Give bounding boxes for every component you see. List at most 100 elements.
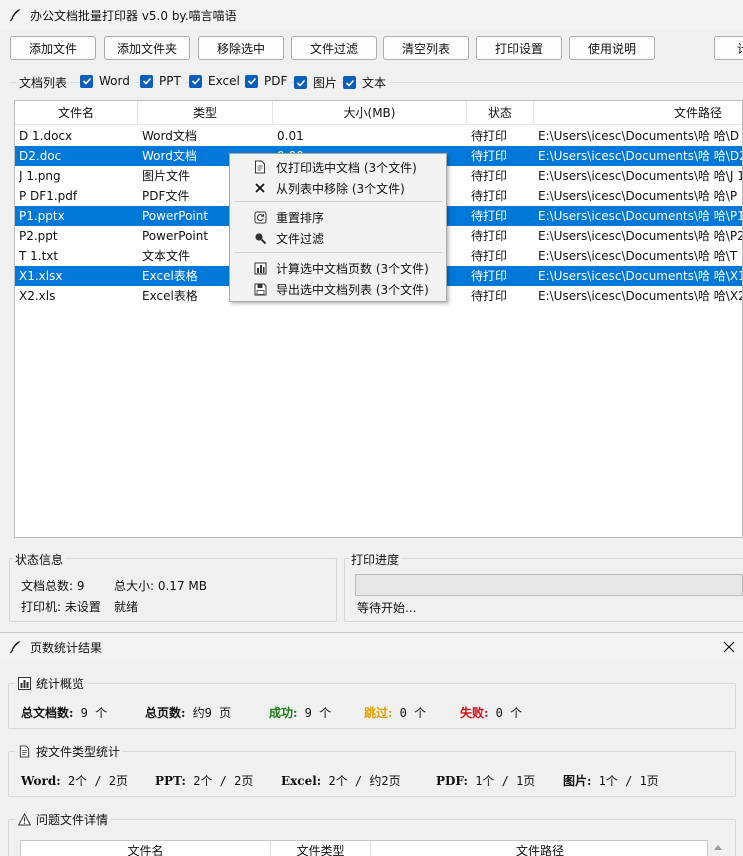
checkbox-checked-icon bbox=[245, 74, 258, 88]
menu-item-remove-from-list[interactable]: 从列表中移除 (3个文件) bbox=[230, 178, 446, 198]
filter-excel-checkbox[interactable]: Excel bbox=[189, 74, 244, 88]
remove-selected-button[interactable]: 移除选中 bbox=[198, 36, 284, 60]
menu-item-label: 导出选中文档列表 (3个文件) bbox=[276, 282, 429, 297]
stat-value: 约9 页 bbox=[192, 706, 232, 720]
warning-icon bbox=[18, 813, 31, 826]
print-settings-button[interactable]: 打印设置 bbox=[476, 36, 562, 60]
filter-ppt-checkbox[interactable]: PPT bbox=[140, 74, 185, 88]
title-bar: 办公文档批量打印器 v5.0 by.喵言喵语 bbox=[0, 0, 743, 30]
menu-item-label: 文件过滤 bbox=[276, 231, 325, 246]
type-stat-word: Word: 2个 / 2页 bbox=[21, 772, 128, 789]
cell-status: 待打印 bbox=[471, 269, 508, 283]
feather-icon bbox=[9, 9, 20, 22]
clear-list-button[interactable]: 清空列表 bbox=[383, 36, 469, 60]
stat-total-docs: 总文档数: 9 个 bbox=[21, 704, 107, 721]
cell-path: E:\Users\icesc\Documents\哈 哈\J 1 bbox=[538, 169, 743, 183]
cell-name: P DF1.pdf bbox=[19, 189, 78, 203]
file-filter-button[interactable]: 文件过滤 bbox=[291, 36, 377, 60]
type-stat-pdf: PDF: 1个 / 1页 bbox=[436, 772, 535, 789]
filter-word-checkbox[interactable]: Word bbox=[80, 74, 134, 88]
document-icon bbox=[252, 159, 268, 175]
total-size: 总大小: 0.17 MB bbox=[114, 579, 207, 593]
scroll-up-arrow-icon[interactable] bbox=[713, 843, 723, 851]
main-window: 办公文档批量打印器 v5.0 by.喵言喵语 添加文件 添加文件夹 移除选中 文… bbox=[0, 0, 743, 632]
type-stat-ppt: PPT: 2个 / 2页 bbox=[155, 772, 253, 789]
stat-success: 成功: 9 个 bbox=[269, 704, 331, 721]
stat-key: 跳过: bbox=[364, 706, 393, 720]
overview-title: 统计概览 bbox=[15, 675, 88, 692]
menu-item-export-list[interactable]: 导出选中文档列表 (3个文件) bbox=[230, 279, 446, 299]
cell-path: E:\Users\icesc\Documents\哈 哈\P1. bbox=[538, 209, 743, 223]
app-state: 就绪 bbox=[114, 600, 139, 614]
calculate-button[interactable]: 计算 bbox=[714, 36, 743, 60]
stat-value: 1个 / 1页 bbox=[598, 774, 659, 788]
cell-status: 待打印 bbox=[471, 189, 508, 203]
status-panel-title: 状态信息 bbox=[13, 551, 66, 568]
add-file-button[interactable]: 添加文件 bbox=[10, 36, 96, 60]
stat-key: Word: bbox=[21, 774, 61, 788]
window-title: 办公文档批量打印器 v5.0 by.喵言喵语 bbox=[30, 8, 237, 23]
cell-path: E:\Users\icesc\Documents\哈 哈\D2 bbox=[538, 149, 743, 163]
cell-name: P1.pptx bbox=[19, 209, 65, 223]
column-header-filepath[interactable]: 文件路径 bbox=[371, 841, 709, 856]
refresh-icon bbox=[252, 209, 268, 225]
close-icon[interactable] bbox=[721, 639, 737, 655]
problems-title: 问题文件详情 bbox=[15, 811, 112, 828]
menu-item-print-selected[interactable]: 仅打印选中文档 (3个文件) bbox=[230, 157, 446, 177]
cell-path: E:\Users\icesc\Documents\哈 哈\P2. bbox=[538, 229, 743, 243]
dialog-title: 页数统计结果 bbox=[30, 640, 103, 655]
bar-chart-icon bbox=[18, 677, 31, 690]
cell-status: 待打印 bbox=[471, 169, 508, 183]
dialog-title-bar: 页数统计结果 bbox=[0, 633, 743, 661]
stat-value: 2个 / 2页 bbox=[193, 774, 254, 788]
cell-name: J 1.png bbox=[19, 169, 61, 183]
column-header-status[interactable]: 状态 bbox=[467, 101, 534, 125]
column-header-filetype[interactable]: 文件类型 bbox=[271, 841, 371, 856]
filter-pdf-checkbox[interactable]: PDF bbox=[245, 74, 292, 88]
help-button[interactable]: 使用说明 bbox=[569, 36, 655, 60]
menu-item-label: 重置排序 bbox=[276, 210, 325, 225]
column-header-name[interactable]: 文件名 bbox=[15, 101, 138, 125]
menu-item-reset-sort[interactable]: 重置排序 bbox=[230, 207, 446, 227]
cell-path: E:\Users\icesc\Documents\哈 哈\X2. bbox=[538, 289, 743, 303]
overview-label: 统计概览 bbox=[36, 677, 85, 691]
cell-path: E:\Users\icesc\Documents\哈 哈\P D bbox=[538, 189, 743, 203]
context-menu: 仅打印选中文档 (3个文件) 从列表中移除 (3个文件) 重置排序 文件过滤 计… bbox=[229, 153, 447, 302]
menu-item-count-pages[interactable]: 计算选中文档页数 (3个文件) bbox=[230, 258, 446, 278]
cell-name: X2.xls bbox=[19, 289, 56, 303]
type-stat-excel: Excel: 2个 / 约2页 bbox=[281, 772, 401, 789]
save-icon bbox=[252, 281, 268, 297]
column-header-size[interactable]: 大小(MB) bbox=[273, 101, 467, 125]
stat-value: 9 个 bbox=[304, 706, 332, 720]
cell-size: 0.01 bbox=[277, 129, 304, 143]
menu-item-label: 仅打印选中文档 (3个文件) bbox=[276, 160, 417, 175]
type-stat-image: 图片: 1个 / 1页 bbox=[563, 772, 659, 789]
toolbar: 添加文件 添加文件夹 移除选中 文件过滤 清空列表 打印设置 使用说明 计算 bbox=[10, 36, 743, 60]
menu-item-label: 计算选中文档页数 (3个文件) bbox=[276, 261, 429, 276]
cell-name: X1.xlsx bbox=[19, 269, 63, 283]
checkbox-checked-icon bbox=[294, 76, 307, 89]
by-type-section: 按文件类型统计 Word: 2个 / 2页 PPT: 2个 / 2页 Excel… bbox=[8, 743, 736, 797]
progress-panel-title: 打印进度 bbox=[349, 551, 402, 568]
feather-icon bbox=[9, 641, 20, 654]
column-header-path[interactable]: 文件路径 bbox=[534, 101, 742, 125]
cell-path: E:\Users\icesc\Documents\哈 哈\X1. bbox=[538, 269, 743, 283]
filter-text-checkbox[interactable]: 文本 bbox=[343, 74, 391, 91]
filter-label: 文本 bbox=[362, 76, 387, 90]
cell-path: E:\Users\icesc\Documents\哈 哈\T 1 bbox=[538, 249, 743, 263]
stat-value: 0 个 bbox=[495, 706, 523, 720]
stat-value: 2个 / 2页 bbox=[67, 774, 129, 788]
column-header-type[interactable]: 类型 bbox=[138, 101, 273, 125]
problem-files-table[interactable]: 文件名 文件类型 文件路径 bbox=[20, 840, 708, 856]
column-header-filename[interactable]: 文件名 bbox=[21, 841, 271, 856]
table-row[interactable]: D 1.docx Word文档 0.01 待打印 E:\Users\icesc\… bbox=[15, 126, 742, 146]
checkbox-checked-icon bbox=[80, 74, 93, 88]
cell-status: 待打印 bbox=[471, 209, 508, 223]
add-folder-button[interactable]: 添加文件夹 bbox=[104, 36, 190, 60]
filter-label: Word bbox=[99, 74, 130, 88]
menu-item-file-filter[interactable]: 文件过滤 bbox=[230, 228, 446, 248]
overview-section: 统计概览 总文档数: 9 个 总页数: 约9 页 成功: 9 个 跳过: 0 个… bbox=[8, 675, 736, 729]
filter-image-checkbox[interactable]: 图片 bbox=[294, 74, 342, 91]
document-icon bbox=[19, 745, 30, 758]
checkbox-checked-icon bbox=[343, 76, 356, 89]
